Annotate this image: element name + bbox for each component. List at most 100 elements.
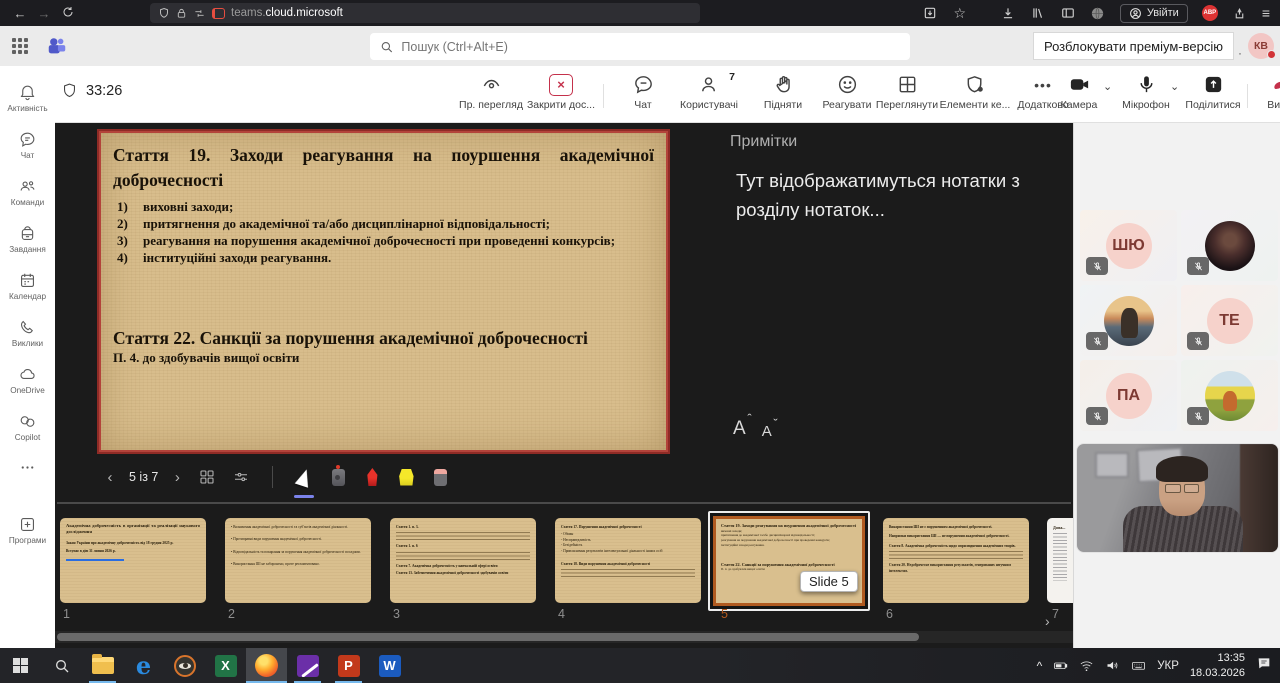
- url-host: cloud.microsoft: [266, 7, 343, 19]
- premium-banner[interactable]: Розблокувати преміум-версію: [1033, 32, 1234, 60]
- search-input[interactable]: [401, 40, 900, 54]
- sidebar-item-activity[interactable]: Активність: [0, 74, 55, 121]
- browser-back-icon[interactable]: ←: [8, 6, 32, 21]
- slide-thumbnail-6[interactable]: Використання ШІ не є порушенням академіч…: [883, 518, 1029, 603]
- slide-canvas[interactable]: Стаття 19. Заходи реагування на поуршенн…: [97, 129, 670, 454]
- language-indicator[interactable]: УКР: [1157, 660, 1179, 672]
- sidebar-item-onedrive[interactable]: OneDrive: [0, 356, 55, 403]
- slide-thumbnail-1[interactable]: Академічна доброчесність в організації т…: [60, 518, 206, 603]
- slide-settings-button[interactable]: [232, 468, 250, 486]
- search-bar[interactable]: [370, 33, 910, 60]
- thumbnail-5-content: Стаття 19. Заходи реагування на поуршенн…: [713, 516, 865, 606]
- save-page-icon[interactable]: [922, 5, 938, 21]
- participant-tile[interactable]: [1181, 360, 1278, 431]
- chat-button[interactable]: Чат: [607, 73, 679, 111]
- sidebar-item-calls[interactable]: Виклики: [0, 309, 55, 356]
- tray-expand-button[interactable]: ^: [1037, 659, 1043, 673]
- list-item: 3)реагування на порушення академічної до…: [113, 232, 654, 249]
- sidebar-item-copilot[interactable]: Copilot: [0, 403, 55, 450]
- downloads-icon[interactable]: [1000, 5, 1016, 21]
- slide-thumbnail-3[interactable]: Стаття 1. п. 3. Стаття 1. п. 6 Стаття 7.…: [390, 518, 536, 603]
- presenter-glasses: [1165, 484, 1199, 493]
- filmstrip-next-button[interactable]: ›: [1045, 613, 1050, 629]
- share-browser-icon[interactable]: [1232, 5, 1248, 21]
- next-slide-button[interactable]: ›: [164, 469, 190, 486]
- participant-tile[interactable]: [1181, 210, 1278, 281]
- url-bar[interactable]: teams.cloud.microsoft: [150, 3, 700, 23]
- leave-button[interactable]: Вийти: [1251, 73, 1280, 111]
- waffle-icon[interactable]: [12, 38, 28, 54]
- powerpoint-button[interactable]: P: [328, 648, 369, 683]
- laser-pointer-tool[interactable]: [321, 462, 355, 492]
- action-center-button[interactable]: [1256, 655, 1272, 676]
- sign-in-button[interactable]: Увійти: [1120, 4, 1188, 23]
- firefox-button[interactable]: [246, 648, 287, 683]
- view-button[interactable]: Переглянути: [871, 73, 943, 111]
- participant-tile[interactable]: ШЮ: [1080, 210, 1177, 281]
- sidebar-icon[interactable]: [1060, 5, 1076, 21]
- keyboard-icon[interactable]: [1131, 658, 1146, 673]
- participant-tile[interactable]: [1080, 285, 1177, 356]
- menu-icon[interactable]: ≡: [1262, 5, 1270, 21]
- file-explorer-button[interactable]: [82, 648, 123, 683]
- sidebar-item-teams[interactable]: Команди: [0, 168, 55, 215]
- permissions-icon[interactable]: [193, 8, 206, 19]
- raise-hand-button[interactable]: Підняти: [747, 73, 819, 111]
- taskbar-search-button[interactable]: [41, 648, 82, 683]
- pointer-tool[interactable]: [287, 462, 321, 492]
- background-frame: [1095, 452, 1129, 478]
- sidebar-item-chat[interactable]: Чат: [0, 121, 55, 168]
- purple-app-button[interactable]: [287, 648, 328, 683]
- bookmark-star-icon[interactable]: ☆: [952, 5, 968, 21]
- start-button[interactable]: [0, 648, 41, 683]
- teams-logo-icon[interactable]: [46, 35, 68, 57]
- lock-icon[interactable]: [176, 8, 187, 19]
- participant-tile[interactable]: ТЕ: [1181, 285, 1278, 356]
- system-tray: ^ УКР 13:35 18.03.2026: [1037, 648, 1280, 683]
- url-text[interactable]: teams.cloud.microsoft: [231, 7, 343, 19]
- participants-button[interactable]: 7 Користувачі: [673, 73, 745, 111]
- excel-button[interactable]: X: [205, 648, 246, 683]
- container-tab-icon[interactable]: [212, 8, 225, 19]
- grid-view-button[interactable]: [198, 468, 216, 486]
- pen-tool[interactable]: [355, 462, 389, 492]
- rail-label: Активність: [7, 104, 47, 113]
- slide-thumbnail-4[interactable]: Стаття 17. Порушення академічної доброче…: [555, 518, 701, 603]
- meeting-toolbar: 33:26 Пр. перегляд × Закрити дос... Чат …: [55, 66, 1280, 123]
- slide-thumbnail-7[interactable]: Дома...: [1047, 518, 1073, 603]
- clock[interactable]: 13:35 18.03.2026: [1190, 651, 1245, 681]
- font-increase-button[interactable]: Aˆ: [733, 418, 746, 440]
- sidebar-item-calendar[interactable]: Календар: [0, 262, 55, 309]
- faux-text: [396, 532, 530, 542]
- word-button[interactable]: W: [369, 648, 410, 683]
- font-decrease-button[interactable]: Aˇ: [762, 423, 772, 440]
- sidebar-item-assignments[interactable]: Завдання: [0, 215, 55, 262]
- battery-icon[interactable]: [1053, 658, 1068, 673]
- control-elements-button[interactable]: Елементи ке...: [939, 73, 1011, 111]
- presenter-preview-button[interactable]: Пр. перегляд: [455, 73, 527, 111]
- stop-presenting-button[interactable]: × Закрити дос...: [525, 73, 597, 111]
- presenter-video-tile[interactable]: [1076, 443, 1279, 553]
- thumbnail-number: 3: [393, 607, 400, 621]
- participant-tile[interactable]: ПА: [1080, 360, 1177, 431]
- adblock-icon[interactable]: ABP: [1202, 5, 1218, 21]
- tracking-shield-icon[interactable]: [158, 7, 170, 19]
- sidebar-item-apps[interactable]: Програми: [0, 506, 55, 553]
- slide-thumbnail-2[interactable]: • Визначення академічної доброчесності т…: [225, 518, 371, 603]
- filmstrip-scrollbar[interactable]: [55, 631, 1073, 643]
- extensions-globe-icon[interactable]: [1090, 5, 1106, 21]
- library-icon[interactable]: [1030, 5, 1046, 21]
- browser-reload-icon[interactable]: [56, 6, 80, 21]
- slide-thumbnail-5-selected[interactable]: Стаття 19. Заходи реагування на поуршенн…: [708, 511, 870, 611]
- highlighter-tool[interactable]: [389, 462, 423, 492]
- viewer-app-button[interactable]: [164, 648, 205, 683]
- edge-button[interactable]: e: [123, 648, 164, 683]
- wifi-icon[interactable]: [1079, 658, 1094, 673]
- scrollbar-thumb[interactable]: [57, 633, 919, 641]
- prev-slide-button[interactable]: ‹: [97, 469, 123, 486]
- eraser-tool[interactable]: [423, 462, 457, 492]
- sidebar-more-button[interactable]: [0, 450, 55, 484]
- browser-forward-icon[interactable]: →: [32, 6, 56, 21]
- share-button[interactable]: Поділитися: [1177, 73, 1249, 111]
- speaker-icon[interactable]: [1105, 658, 1120, 673]
